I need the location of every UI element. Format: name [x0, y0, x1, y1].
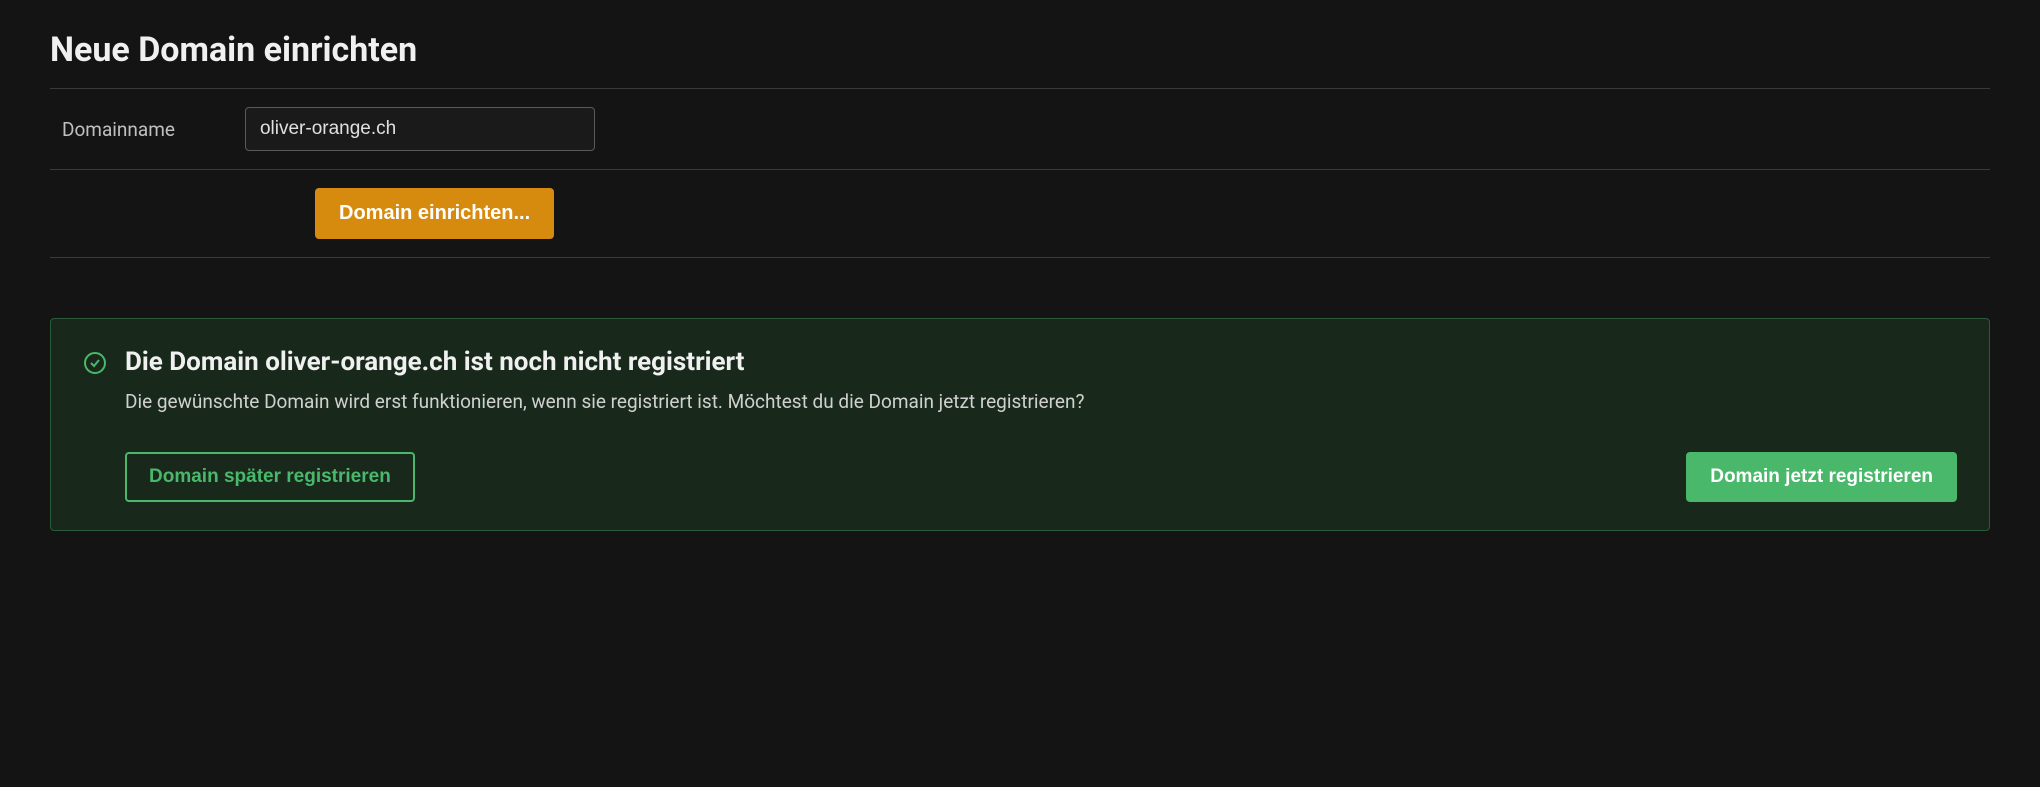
domain-status-alert: Die Domain oliver-orange.ch ist noch nic…	[50, 318, 1990, 531]
submit-row: Domain einrichten...	[50, 170, 1990, 258]
page-title: Neue Domain einrichten	[50, 30, 1990, 89]
domain-name-label: Domainname	[50, 118, 175, 141]
domain-setup-button[interactable]: Domain einrichten...	[315, 188, 554, 239]
alert-content: Die Domain oliver-orange.ch ist noch nic…	[125, 347, 1957, 502]
alert-actions: Domain später registrieren Domain jetzt …	[125, 452, 1957, 502]
domain-name-input[interactable]	[245, 107, 595, 151]
alert-title: Die Domain oliver-orange.ch ist noch nic…	[125, 347, 1957, 377]
register-now-button[interactable]: Domain jetzt registrieren	[1686, 452, 1957, 502]
check-circle-icon	[83, 347, 107, 502]
alert-description: Die gewünschte Domain wird erst funktion…	[125, 389, 1957, 416]
register-later-button[interactable]: Domain später registrieren	[125, 452, 415, 502]
domain-name-row: Domainname	[50, 89, 1990, 170]
